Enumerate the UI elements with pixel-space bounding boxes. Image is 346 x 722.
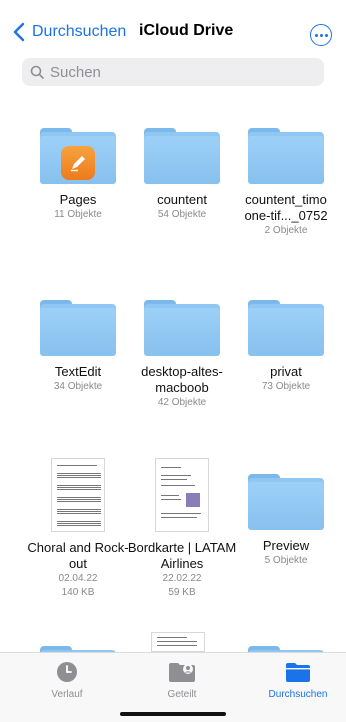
shared-folder-icon — [169, 663, 195, 682]
item-name: Choral and Rock-out — [27, 540, 129, 571]
item-size: 59 KB — [168, 587, 196, 598]
item-name: desktop-altes-macboob — [141, 364, 223, 395]
folder-icon — [248, 474, 324, 530]
grid-item-privat[interactable]: privat 73 Objekte — [231, 300, 341, 394]
clock-icon — [57, 662, 77, 682]
item-size: 140 KB — [61, 587, 95, 598]
sheet-music-thumbnail — [51, 458, 105, 532]
item-meta: 34 Objekte — [53, 381, 103, 392]
folder-icon — [40, 300, 116, 356]
item-name: Pages — [59, 192, 97, 207]
item-name: Preview — [262, 538, 310, 553]
item-meta: 42 Objekte — [157, 397, 207, 408]
folder-icon — [144, 128, 220, 184]
item-name: Bordkarte | LATAM Airlines — [127, 540, 237, 571]
grid-item-desktop-altes-macboob[interactable]: desktop-altes-macboob 42 Objekte — [127, 300, 237, 410]
tab-verlauf[interactable]: Verlauf — [12, 661, 122, 700]
tab-label: Durchsuchen — [268, 689, 328, 700]
tab-durchsuchen[interactable]: Durchsuchen — [243, 661, 346, 700]
item-name: privat — [270, 364, 302, 379]
folder-icon — [248, 300, 324, 356]
item-meta: 11 Objekte — [54, 209, 102, 220]
tab-geteilt[interactable]: Geteilt — [127, 661, 237, 700]
grid-item-choral-and-rock-out[interactable]: Choral and Rock-out 02.04.22 140 KB — [23, 458, 133, 600]
item-name: countent — [157, 192, 207, 207]
grid-item-bordkarte[interactable]: Bordkarte | LATAM Airlines 22.02.22 59 K… — [127, 458, 237, 600]
grid-item-countent[interactable]: countent 54 Objekte — [127, 128, 237, 222]
tab-label: Verlauf — [51, 689, 83, 700]
grid-item-preview[interactable]: Preview 5 Objekte — [231, 474, 341, 568]
tab-label: Geteilt — [167, 689, 197, 700]
item-meta: 5 Objekte — [264, 555, 308, 566]
document-thumbnail[interactable] — [151, 632, 205, 652]
grid-item-pages[interactable]: Pages 11 Objekte — [23, 128, 133, 222]
folder-icon — [40, 128, 116, 184]
boarding-pass-thumbnail — [155, 458, 209, 532]
item-name: countent_timo one-tif..._0752 — [244, 192, 328, 223]
home-indicator — [120, 712, 226, 716]
item-name: TextEdit — [54, 364, 102, 379]
item-date: 02.04.22 — [58, 573, 98, 584]
grid-item-countent-timo[interactable]: countent_timo one-tif..._0752 2 Objekte — [231, 128, 341, 238]
item-meta: 2 Objekte — [264, 225, 308, 236]
folder-icon — [248, 128, 324, 184]
file-grid: Pages 11 Objekte countent 54 Objekte cou… — [0, 0, 346, 652]
item-meta: 54 Objekte — [157, 209, 207, 220]
pages-app-icon — [61, 146, 95, 180]
folder-icon — [144, 300, 220, 356]
item-meta: 73 Objekte — [261, 381, 311, 392]
item-date: 22.02.22 — [162, 573, 202, 584]
grid-item-textedit[interactable]: TextEdit 34 Objekte — [23, 300, 133, 394]
folder-icon — [286, 663, 310, 682]
